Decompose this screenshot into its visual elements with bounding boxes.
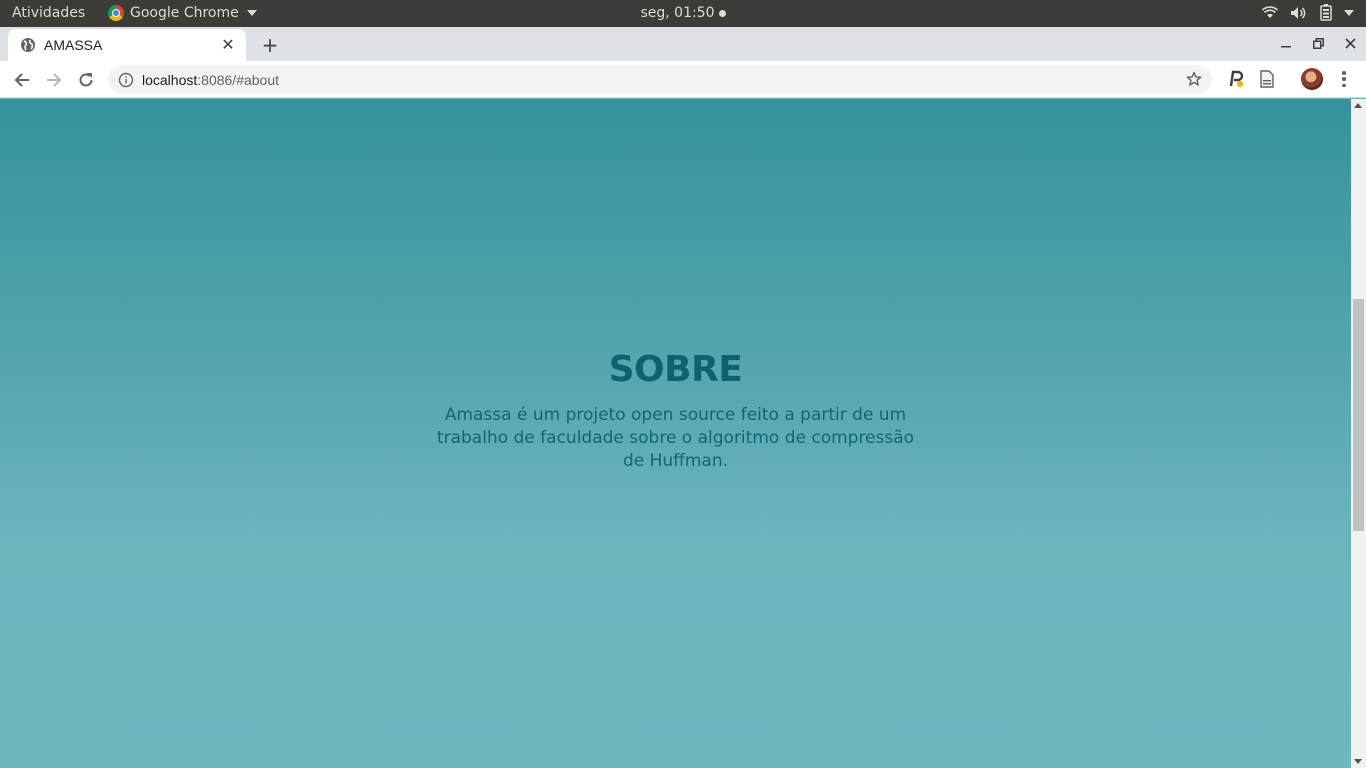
app-menu[interactable]: Google Chrome bbox=[108, 5, 257, 21]
window-controls bbox=[1276, 33, 1360, 53]
bookmark-star-icon[interactable] bbox=[1186, 71, 1202, 87]
tab-title: AMASSA bbox=[44, 37, 103, 53]
app-name: Google Chrome bbox=[130, 5, 239, 21]
page-scrollbar[interactable] bbox=[1351, 99, 1366, 768]
arrow-left-icon bbox=[14, 73, 29, 87]
activities-button[interactable]: Atividades bbox=[12, 5, 85, 21]
scroll-down-arrow-icon[interactable] bbox=[1354, 759, 1362, 764]
close-window-icon[interactable] bbox=[1340, 33, 1360, 53]
profile-avatar[interactable] bbox=[1301, 68, 1323, 90]
globe-icon bbox=[21, 38, 35, 52]
wifi-icon bbox=[1262, 5, 1278, 18]
tab-strip: AMASSA ✕ + bbox=[0, 27, 1366, 61]
volume-icon bbox=[1291, 6, 1306, 19]
clock[interactable]: seg, 01:50 bbox=[640, 5, 714, 21]
tab-amassa[interactable]: AMASSA ✕ bbox=[8, 29, 246, 61]
about-content: SOBRE Amassa é um projeto open source fe… bbox=[0, 349, 1351, 473]
browser-toolbar: localhost:8086/#about bbox=[0, 61, 1366, 98]
scroll-up-arrow-icon[interactable] bbox=[1354, 103, 1362, 108]
url-path: :8086/#about bbox=[197, 71, 280, 88]
scrollbar-thumb[interactable] bbox=[1353, 299, 1364, 531]
extension-document-icon[interactable] bbox=[1257, 69, 1277, 89]
address-bar[interactable]: localhost:8086/#about bbox=[108, 65, 1212, 94]
extension-p-icon[interactable] bbox=[1226, 69, 1246, 89]
about-description: Amassa é um projeto open source feito a … bbox=[436, 405, 915, 471]
reload-icon bbox=[79, 73, 93, 87]
about-heading: SOBRE bbox=[608, 349, 743, 390]
close-tab-icon[interactable]: ✕ bbox=[220, 37, 236, 54]
url-host: localhost bbox=[142, 71, 198, 88]
system-tray[interactable] bbox=[1262, 4, 1354, 21]
reload-button[interactable] bbox=[73, 67, 99, 93]
minimize-icon[interactable] bbox=[1276, 33, 1296, 53]
info-icon[interactable] bbox=[118, 72, 134, 88]
about-section: SOBRE Amassa é um projeto open source fe… bbox=[0, 99, 1351, 768]
battery-icon bbox=[1320, 4, 1332, 21]
chrome-menu-icon[interactable] bbox=[1336, 69, 1352, 89]
forward-button[interactable] bbox=[41, 67, 67, 93]
system-menu-chevron-icon bbox=[1344, 9, 1354, 16]
arrow-right-icon bbox=[47, 73, 62, 87]
chevron-down-icon bbox=[246, 10, 257, 16]
back-button[interactable] bbox=[9, 67, 35, 93]
chrome-logo-icon bbox=[108, 5, 124, 21]
system-top-bar: Atividades Google Chrome seg, 01:50 bbox=[0, 0, 1366, 27]
new-tab-button[interactable]: + bbox=[258, 33, 282, 57]
restore-icon[interactable] bbox=[1308, 33, 1328, 53]
notification-dot-icon bbox=[718, 9, 726, 17]
